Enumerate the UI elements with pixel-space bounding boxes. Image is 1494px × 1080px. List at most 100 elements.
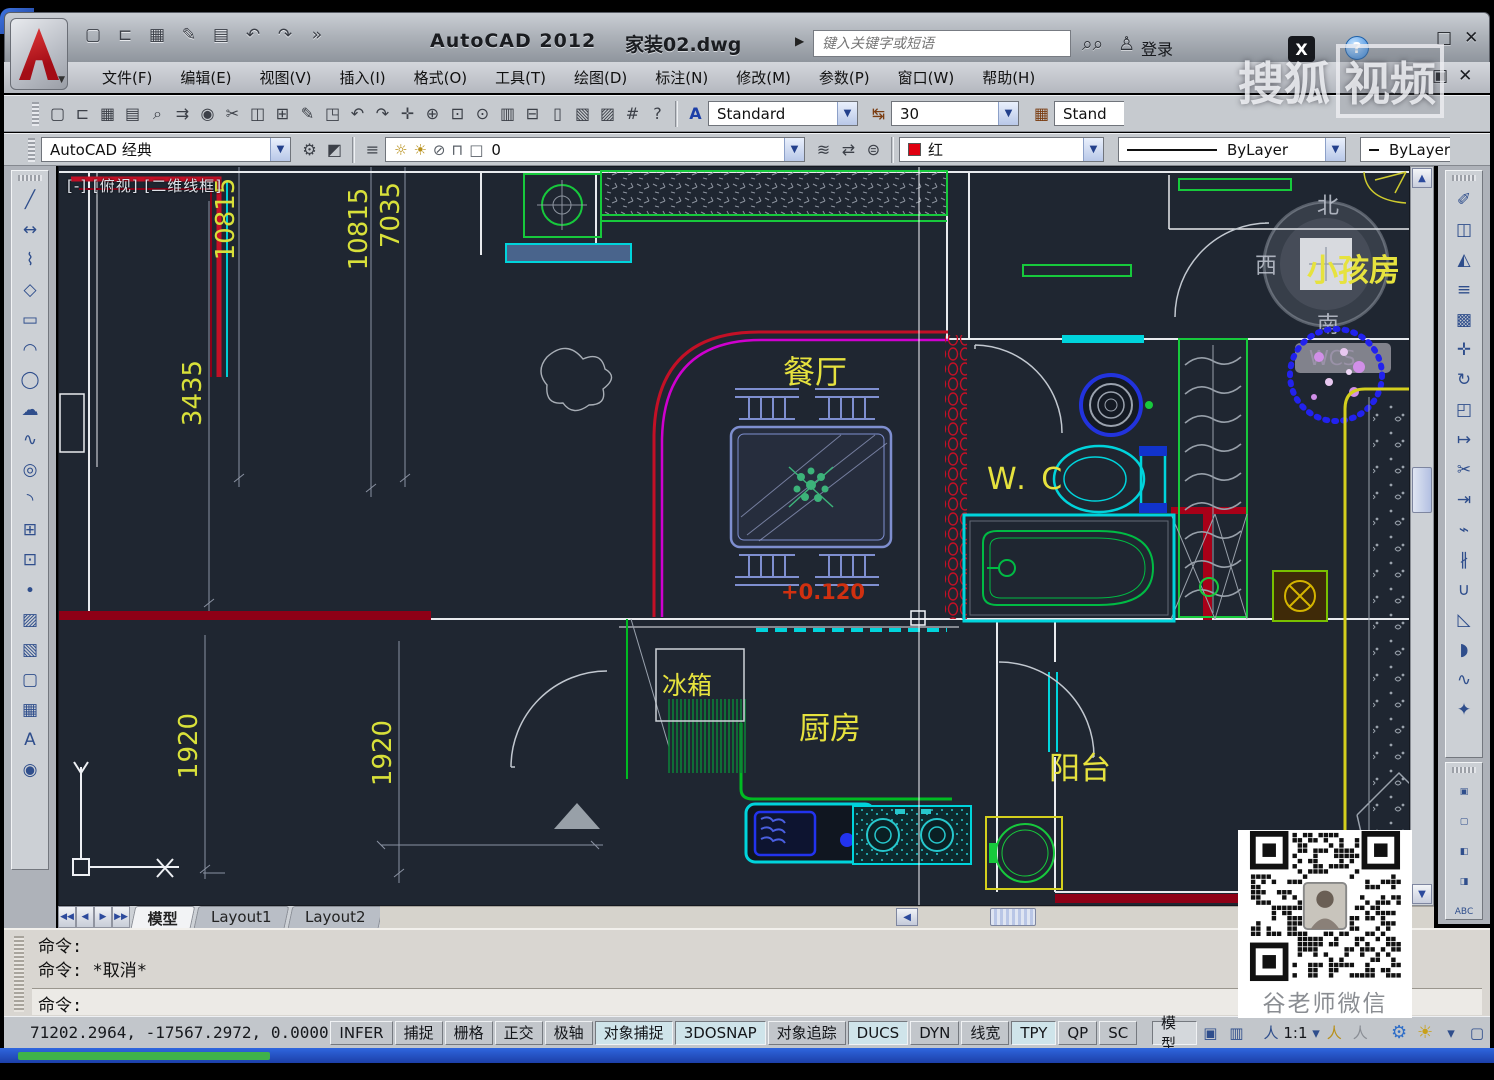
zoom-window-icon[interactable]: ⊡: [445, 101, 470, 126]
table-style-combo[interactable]: Stand: [1054, 101, 1124, 126]
undo-icon[interactable]: ↶: [345, 101, 370, 126]
stretch-icon[interactable]: ↦: [1449, 425, 1479, 454]
point-icon[interactable]: ∙: [15, 575, 45, 604]
paste-icon[interactable]: ⊞: [270, 101, 295, 126]
status-toggle[interactable]: 3DOSNAP: [675, 1021, 766, 1045]
vertical-scrollbar[interactable]: ▲ ▼: [1410, 166, 1434, 906]
layer-lock-icon[interactable]: ⊓: [451, 141, 463, 159]
blend-curves-icon[interactable]: ∿: [1449, 665, 1479, 694]
move-icon[interactable]: ✛: [1449, 335, 1479, 364]
chevron-down-icon[interactable]: ▼: [784, 138, 804, 161]
open-icon[interactable]: ⊏: [70, 101, 95, 126]
layer-plot-icon[interactable]: ⊘: [433, 141, 446, 159]
pan-icon[interactable]: ✛: [395, 101, 420, 126]
block-editor-icon[interactable]: ◳: [320, 101, 345, 126]
quickcalc-icon[interactable]: #: [620, 101, 645, 126]
chevron-down-icon[interactable]: ▼: [998, 102, 1018, 125]
ellipse-arc-icon[interactable]: ◝: [15, 485, 45, 514]
toolbar-grip[interactable]: [18, 175, 42, 181]
status-toggle[interactable]: INFER: [330, 1021, 392, 1045]
publish-icon[interactable]: ⇉: [170, 101, 195, 126]
search-icon[interactable]: ⌕⌕: [1082, 33, 1103, 55]
save-as-icon[interactable]: ✎: [176, 22, 202, 48]
menu-item[interactable]: 编辑(E): [166, 63, 245, 92]
login-button[interactable]: 登录: [1141, 36, 1173, 60]
status-toggle[interactable]: QP: [1058, 1021, 1097, 1045]
chevron-down-icon[interactable]: ▼: [1325, 138, 1345, 161]
lineweight-combo[interactable]: ByLayer: [1360, 137, 1450, 162]
help-search-box[interactable]: [813, 30, 1071, 57]
gradient-icon[interactable]: ▧: [15, 635, 45, 664]
toolbar-grip[interactable]: [1452, 767, 1476, 773]
preview-icon[interactable]: ⌕: [145, 101, 170, 126]
quick-view-layouts-icon[interactable]: ▣: [1197, 1021, 1223, 1045]
user-icon[interactable]: ♙: [1118, 33, 1135, 55]
layer-freeze-icon[interactable]: ☀: [413, 141, 426, 159]
menu-item[interactable]: 视图(V): [246, 63, 326, 92]
erase-icon[interactable]: ✐: [1449, 185, 1479, 214]
send-to-back-icon[interactable]: ▢: [1449, 807, 1479, 836]
layout-tab[interactable]: Layout2: [287, 906, 382, 928]
clean-screen-icon[interactable]: ▢: [1464, 1021, 1490, 1045]
status-toggle[interactable]: 线宽: [961, 1021, 1009, 1045]
zoom-previous-icon[interactable]: ⊙: [470, 101, 495, 126]
save-icon[interactable]: ▦: [144, 22, 170, 48]
mirror-icon[interactable]: ◭: [1449, 245, 1479, 274]
ellipse-icon[interactable]: ◎: [15, 455, 45, 484]
search-input[interactable]: [822, 36, 1062, 52]
bring-to-front-icon[interactable]: ▣: [1449, 777, 1479, 806]
annotation-scale-value[interactable]: 1:1: [1283, 1024, 1307, 1042]
redo-icon[interactable]: ↷: [272, 22, 298, 48]
rotate-icon[interactable]: ↻: [1449, 365, 1479, 394]
layer-states-icon[interactable]: ≋: [811, 137, 836, 162]
donut-icon[interactable]: ◉: [15, 755, 45, 784]
layer-properties-icon[interactable]: ≡: [360, 137, 385, 162]
tool-palettes-icon[interactable]: ▯: [545, 101, 570, 126]
status-toggle[interactable]: TPY: [1011, 1021, 1056, 1045]
tab-last-icon[interactable]: ▶▶: [112, 906, 130, 928]
status-toggle[interactable]: 正交: [495, 1021, 543, 1045]
break-at-point-icon[interactable]: ⌁: [1449, 515, 1479, 544]
menu-item[interactable]: 参数(P): [805, 63, 884, 92]
command-window-grip[interactable]: [14, 936, 24, 1012]
chamfer-icon[interactable]: ◺: [1449, 605, 1479, 634]
save-icon[interactable]: ▦: [95, 101, 120, 126]
close-doc-button[interactable]: ✕: [1458, 66, 1472, 86]
annotation-visibility-icon[interactable]: 人: [1321, 1021, 1347, 1045]
annotation-scale-icon[interactable]: 人 1:1 ▾: [1262, 1021, 1321, 1045]
extend-icon[interactable]: ⇥: [1449, 485, 1479, 514]
chevron-down-icon[interactable]: ▼: [837, 102, 857, 125]
status-toggle[interactable]: DYN: [910, 1021, 959, 1045]
menu-item[interactable]: 文件(F): [88, 63, 166, 92]
arc-icon[interactable]: ◠: [15, 335, 45, 364]
copy-icon[interactable]: ◫: [1449, 215, 1479, 244]
table-icon[interactable]: ▦: [15, 695, 45, 724]
markup-icon[interactable]: ▨: [595, 101, 620, 126]
sheet-set-icon[interactable]: ▧: [570, 101, 595, 126]
menu-item[interactable]: 修改(M): [722, 63, 805, 92]
coordinates-readout[interactable]: 71202.2964, -17567.2972, 0.0000: [30, 1023, 330, 1042]
hscroll-thumb[interactable]: [990, 908, 1036, 926]
hatch-icon[interactable]: ▨: [15, 605, 45, 634]
rectangle-icon[interactable]: ▭: [15, 305, 45, 334]
undo-icon[interactable]: ↶: [240, 22, 266, 48]
insert-block-icon[interactable]: ⊞: [15, 515, 45, 544]
menu-item[interactable]: 插入(I): [326, 63, 400, 92]
region-icon[interactable]: ▢: [15, 665, 45, 694]
make-block-icon[interactable]: ⊡: [15, 545, 45, 574]
explode-icon[interactable]: ✦: [1449, 695, 1479, 724]
designcenter-icon[interactable]: ⊟: [520, 101, 545, 126]
spline-icon[interactable]: ∿: [15, 425, 45, 454]
redo-icon[interactable]: ↷: [370, 101, 395, 126]
model-space-viewport[interactable]: [-] [俯视] [二维线框]: [58, 166, 1410, 906]
scroll-down-icon[interactable]: ▼: [1412, 884, 1432, 904]
status-toggle[interactable]: SC: [1099, 1021, 1137, 1045]
status-toggle[interactable]: 极轴: [545, 1021, 593, 1045]
auto-annotation-icon[interactable]: 人: [1347, 1021, 1373, 1045]
linetype-combo[interactable]: ByLayer ▼: [1118, 137, 1346, 162]
tab-next-icon[interactable]: ▶: [94, 906, 112, 928]
cut-icon[interactable]: ✂: [220, 101, 245, 126]
circle-icon[interactable]: ◯: [15, 365, 45, 394]
model-space-button[interactable]: 模型: [1152, 1021, 1197, 1045]
tab-prev-icon[interactable]: ◀: [76, 906, 94, 928]
